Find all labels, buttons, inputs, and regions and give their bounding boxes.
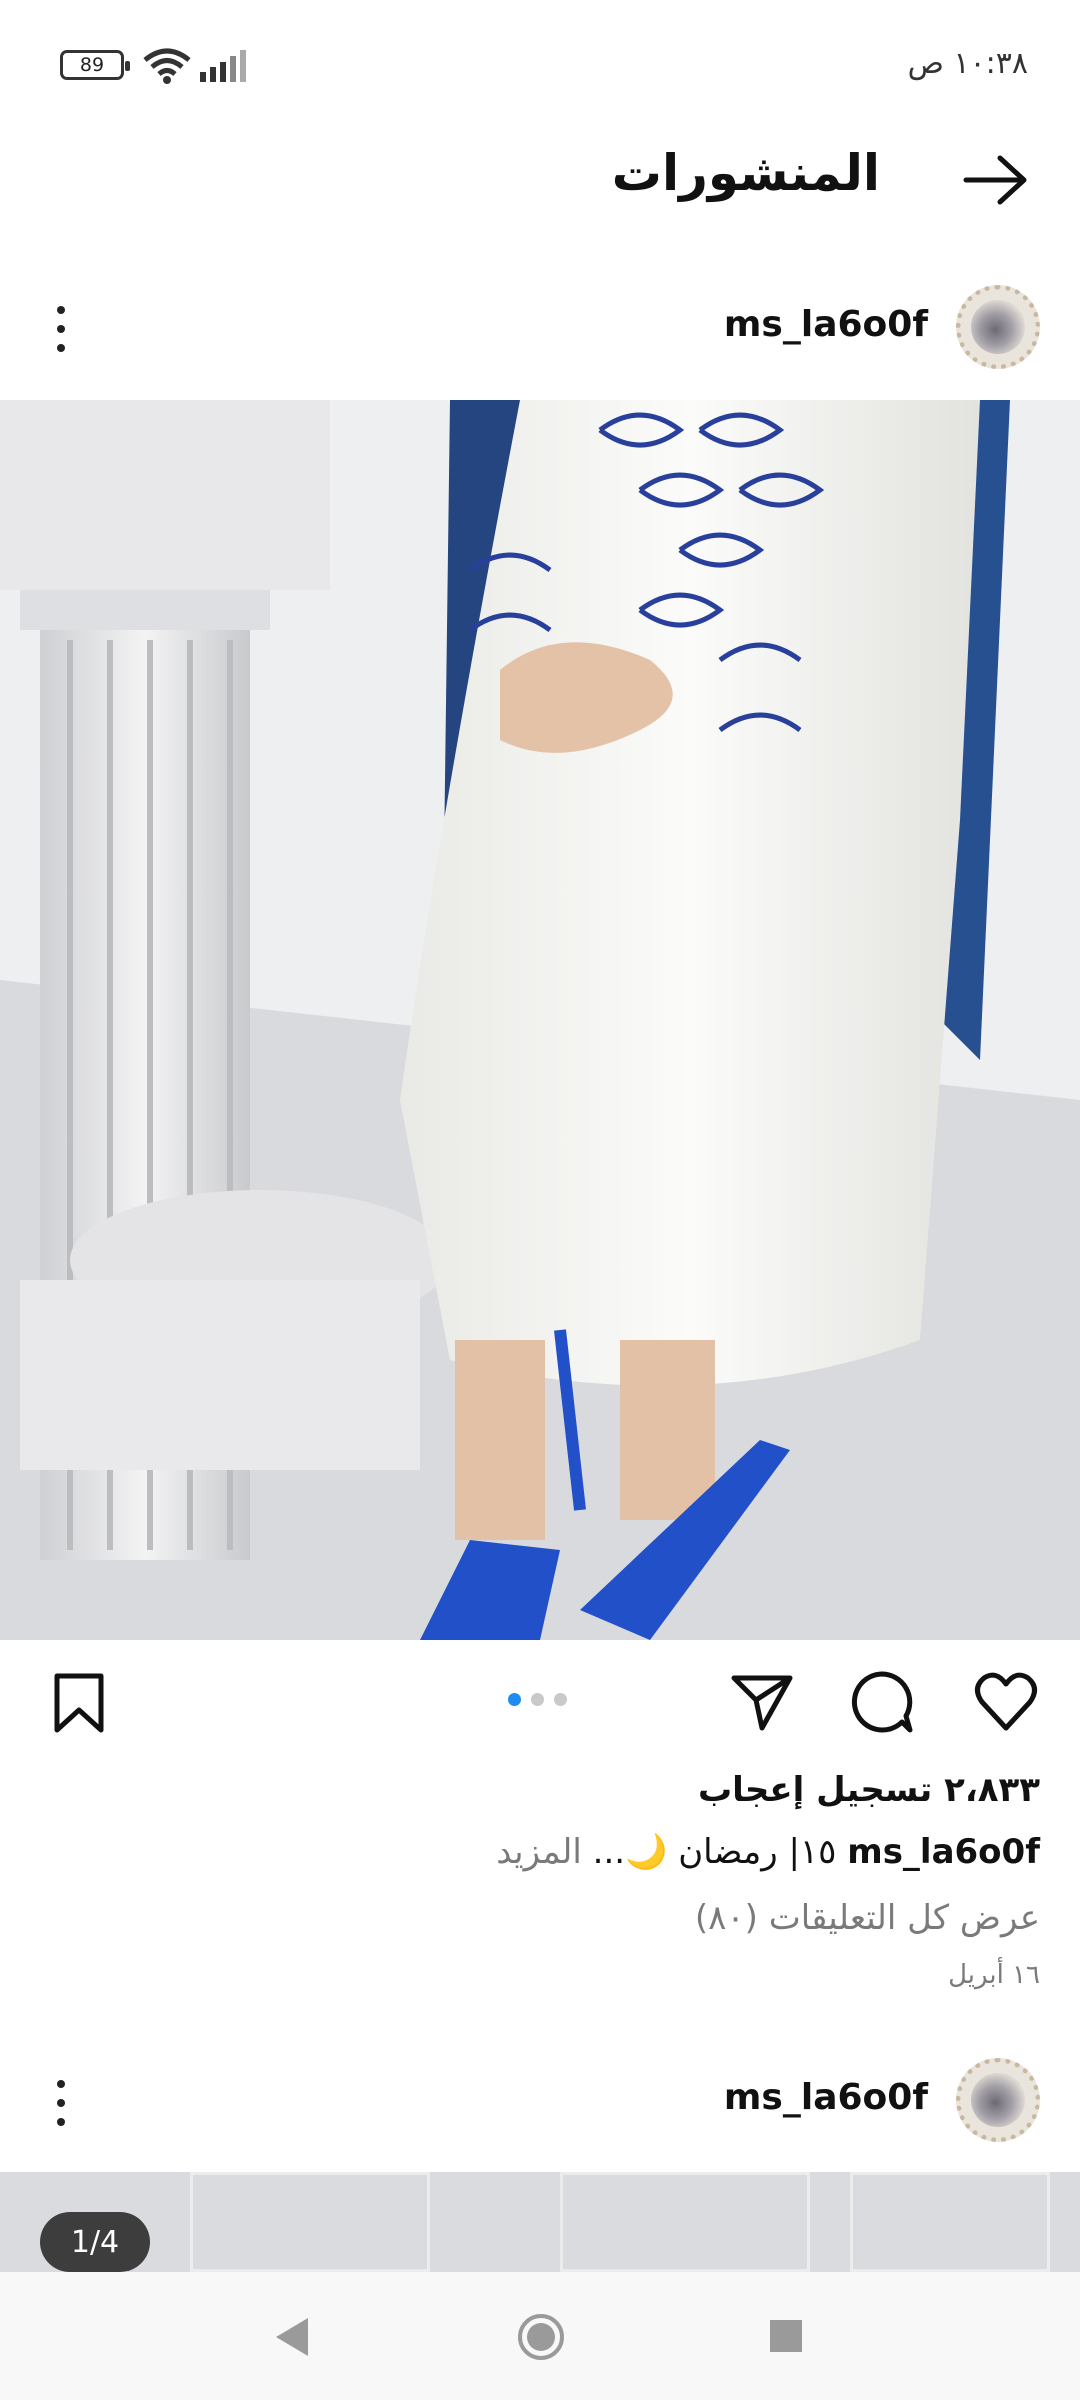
nav-home-icon[interactable] [516,2312,566,2362]
battery-icon: 89 [60,50,130,80]
share-icon[interactable] [730,1672,794,1732]
avatar[interactable] [956,2058,1040,2142]
nav-recents-icon[interactable] [768,2318,804,2354]
view-comments-link[interactable]: عرض كل التعليقات (٨٠) [695,1898,1040,1938]
avatar[interactable] [956,285,1040,369]
likes-count[interactable]: ٢،٨٣٣ تسجيل إعجاب [698,1770,1040,1810]
carousel-dot [554,1693,567,1706]
nav-back-icon[interactable] [272,2316,312,2358]
caption-more-link[interactable]: المزيد [496,1832,582,1872]
kebab-icon[interactable] [55,306,67,352]
signal-icon [200,50,246,82]
post-image[interactable] [0,2172,1080,2272]
wall-panel [190,2172,430,2272]
post-image[interactable] [0,400,1080,1640]
back-arrow-icon[interactable] [960,150,1032,210]
status-time: ١٠:٣٨ ص [907,46,1028,81]
caption-username[interactable]: ms_la6o0f [847,1832,1040,1872]
bookmark-icon[interactable] [52,1672,106,1734]
kebab-icon[interactable] [55,2080,67,2126]
post-photo-illustration [0,400,1080,1640]
carousel-dot [508,1693,521,1706]
post-username[interactable]: ms_la6o0f [724,304,928,345]
wall-panel [850,2172,1050,2272]
post-username[interactable]: ms_la6o0f [724,2077,928,2118]
heart-icon[interactable] [974,1672,1038,1732]
page-title: المنشورات [611,144,880,202]
caption[interactable]: ms_la6o0f ١٥| رمضان 🌙... المزيد [496,1832,1040,1872]
carousel-dot [531,1693,544,1706]
wifi-icon [143,48,191,84]
image-counter-badge: 1/4 [40,2212,150,2272]
post-date: ١٦ أبريل [948,1960,1040,1990]
carousel-dots [508,1693,567,1706]
wall-panel [560,2172,810,2272]
caption-text: ١٥| رمضان 🌙... [592,1832,837,1872]
comment-icon[interactable] [850,1670,914,1734]
